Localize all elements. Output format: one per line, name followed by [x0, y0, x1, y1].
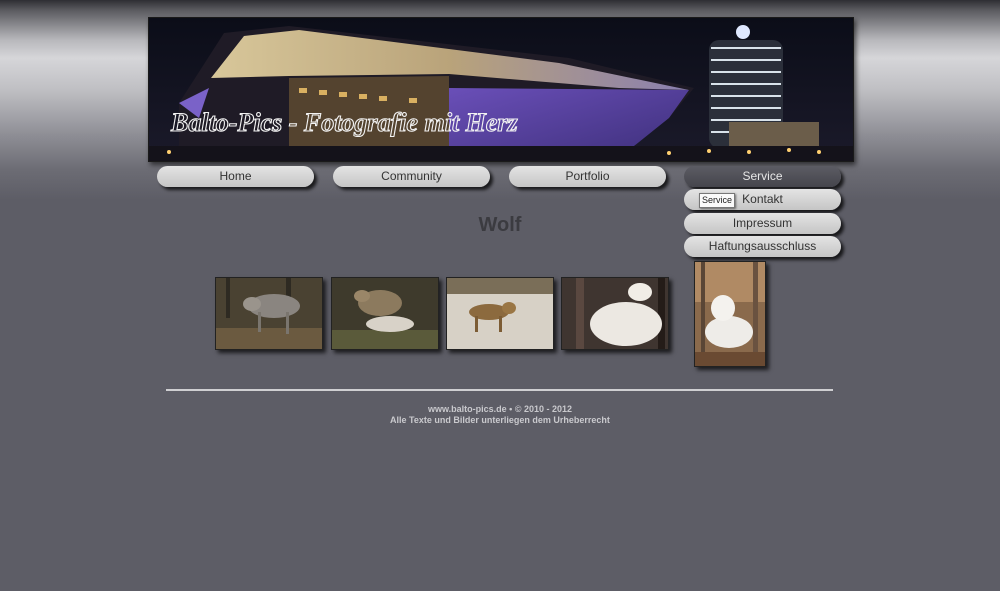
white-wolf-lying-photo[interactable]: [694, 261, 766, 367]
service-tooltip: Service: [699, 193, 735, 208]
footer-copyright: www.balto-pics.de • © 2010 - 2012: [428, 404, 572, 414]
wolf-photo-forest[interactable]: [215, 277, 323, 350]
page-title: Wolf: [478, 214, 522, 236]
footer-divider: [166, 389, 833, 391]
header-banner: Balto-Pics - Fotografie mit Herz: [148, 17, 854, 162]
footer-notice: Alle Texte und Bilder unterliegen dem Ur…: [390, 415, 610, 425]
nav-portfolio-button[interactable]: Portfolio: [509, 166, 666, 187]
wolves-playing-photo[interactable]: [331, 277, 439, 350]
submenu-haftungsausschluss[interactable]: Haftungsausschluss: [684, 236, 841, 257]
banner-title: Balto-Pics - Fotografie mit Herz: [170, 108, 519, 137]
wolf-in-snow-photo[interactable]: [446, 277, 554, 350]
nav-community-button[interactable]: Community: [333, 166, 490, 187]
white-wolf-photo[interactable]: [561, 277, 669, 350]
nav-home-button[interactable]: Home: [157, 166, 314, 187]
nav-service-button[interactable]: Service: [684, 166, 841, 187]
